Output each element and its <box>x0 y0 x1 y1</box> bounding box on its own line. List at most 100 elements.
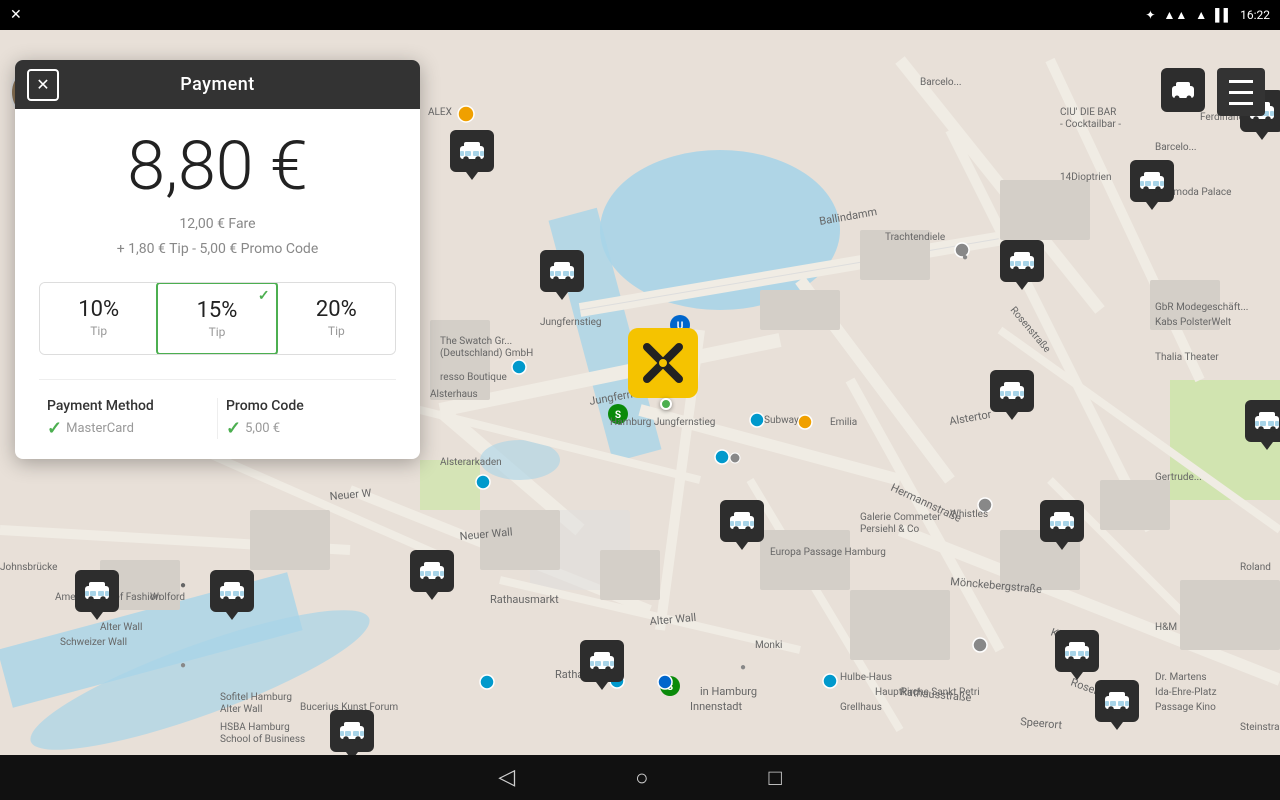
mytaxi-logo-marker <box>628 328 698 398</box>
svg-text:Whistles: Whistles <box>950 509 988 520</box>
fare-breakdown-2: + 1,80 € Tip - 5,00 € Promo Code <box>39 237 396 262</box>
svg-text:Thalia Theater: Thalia Theater <box>1155 352 1219 363</box>
svg-text:Hulbe-Haus: Hulbe-Haus <box>840 672 892 683</box>
svg-text:Hamburg Jungfernstieg: Hamburg Jungfernstieg <box>610 416 715 428</box>
tip-20-label: Tip <box>286 324 387 338</box>
svg-text:Ida-Ehre-Platz: Ida-Ehre-Platz <box>1155 687 1217 698</box>
tip-10-percent: 10% <box>48 297 149 322</box>
svg-text:Alter Wall: Alter Wall <box>100 622 142 633</box>
svg-text:Sofitel Hamburg: Sofitel Hamburg <box>220 691 292 703</box>
tip-buttons: 10% Tip ✓ 15% Tip 20% Tip <box>39 282 396 355</box>
promo-code-title: Promo Code <box>226 398 388 414</box>
tip-15-label: Tip <box>166 325 267 339</box>
hamburger-line <box>1229 80 1253 83</box>
svg-text:●: ● <box>180 580 186 591</box>
taxi-marker <box>540 250 584 300</box>
promo-code-value: 5,00 € <box>245 421 280 436</box>
tip-10-button[interactable]: 10% Tip <box>40 283 157 354</box>
tip-15-percent: 15% <box>166 298 267 323</box>
panel-title: Payment <box>180 74 255 95</box>
svg-text:Rathausmarkt: Rathausmarkt <box>490 593 559 606</box>
svg-text:(Deutschland) GmbH: (Deutschland) GmbH <box>440 347 533 359</box>
fare-breakdown-1: 12,00 € Fare <box>39 212 396 237</box>
svg-text:●: ● <box>180 660 186 671</box>
svg-text:Grellhaus: Grellhaus <box>840 702 882 713</box>
taxi-marker <box>1000 240 1044 290</box>
tip-10-label: Tip <box>48 324 149 338</box>
location-dot <box>660 398 672 410</box>
tip-20-button[interactable]: 20% Tip <box>277 283 395 354</box>
svg-text:Alsterarkaden: Alsterarkaden <box>440 457 502 468</box>
promo-code-section[interactable]: Promo Code ✓ 5,00 € <box>217 398 396 439</box>
svg-text:Alter Wall: Alter Wall <box>220 704 262 715</box>
taxi-marker <box>210 570 254 620</box>
battery-icon: ▌▌ <box>1215 8 1232 22</box>
payment-panel: ✕ Payment 8,80 € 12,00 € Fare + 1,80 € T… <box>15 60 420 459</box>
bluetooth-icon: ✦ <box>1145 8 1155 22</box>
hamburger-line <box>1229 91 1253 94</box>
svg-text:GbR Modegeschäft...: GbR Modegeschäft... <box>1155 301 1248 313</box>
svg-text:Europa Passage Hamburg: Europa Passage Hamburg <box>770 547 886 558</box>
svg-text:Dr. Martens: Dr. Martens <box>1155 672 1207 683</box>
taxi-marker <box>1130 160 1174 210</box>
map[interactable]: U S S Ballindamm Jungfernstieg Alstertor… <box>0 30 1280 800</box>
panel-body: 8,80 € 12,00 € Fare + 1,80 € Tip - 5,00 … <box>15 109 420 459</box>
svg-text:Trachtendiele: Trachtendiele <box>885 232 945 243</box>
payment-method-title: Payment Method <box>47 398 209 414</box>
svg-text:The Swatch Gr...: The Swatch Gr... <box>440 336 512 347</box>
svg-text:resso Boutique: resso Boutique <box>440 372 507 383</box>
svg-text:H&M: H&M <box>1155 622 1177 633</box>
taxi-marker <box>1095 680 1139 730</box>
recent-apps-button[interactable]: □ <box>768 765 781 791</box>
payment-method-section[interactable]: Payment Method ✓ MasterCard <box>39 398 217 439</box>
home-button[interactable]: ○ <box>635 765 648 791</box>
top-taxi-icon <box>1161 68 1205 112</box>
svg-text:in Hamburg: in Hamburg <box>700 685 757 698</box>
payment-method-value: MasterCard <box>66 421 134 436</box>
taxi-marker <box>990 370 1034 420</box>
taxi-marker <box>720 500 764 550</box>
time-display: 16:22 <box>1240 8 1270 22</box>
svg-text:CIU' DIE BAR: CIU' DIE BAR <box>1060 107 1116 118</box>
svg-text:Barcelo...: Barcelo... <box>1155 142 1197 153</box>
taxi-marker <box>1055 630 1099 680</box>
back-button[interactable]: ◁ <box>498 765 515 790</box>
svg-text:Emilia: Emilia <box>830 417 857 428</box>
svg-text:Johnsbrücke: Johnsbrücke <box>0 562 57 573</box>
signal-bars: ▲▲ <box>1163 8 1187 22</box>
svg-text:ALEX: ALEX <box>428 107 452 118</box>
taxi-marker <box>75 570 119 620</box>
tip-20-percent: 20% <box>286 297 387 322</box>
taxi-marker <box>330 710 374 760</box>
taxi-marker <box>410 550 454 600</box>
payment-check-icon: ✓ <box>47 418 62 439</box>
svg-text:●: ● <box>962 252 968 263</box>
taxi-marker <box>580 640 624 690</box>
hamburger-line <box>1229 102 1253 105</box>
svg-text:- Cocktailbar -: - Cocktailbar - <box>1060 119 1121 130</box>
svg-text:Alsterhaus: Alsterhaus <box>430 389 478 400</box>
navigation-bar: ◁ ○ □ <box>0 755 1280 800</box>
taxi-marker <box>450 130 494 180</box>
svg-text:Roland: Roland <box>1240 562 1271 573</box>
close-button[interactable]: ✕ <box>27 69 59 101</box>
status-bar: ✕ ✦ ▲▲ ▲ ▌▌ 16:22 <box>0 0 1280 30</box>
taxi-marker <box>1040 500 1084 550</box>
menu-button[interactable] <box>1217 68 1265 116</box>
app-icon: ✕ <box>10 7 22 23</box>
svg-text:14Dioptrien: 14Dioptrien <box>1060 172 1111 183</box>
svg-text:Schweizer Wall: Schweizer Wall <box>60 637 127 648</box>
fare-details: 12,00 € Fare + 1,80 € Tip - 5,00 € Promo… <box>39 212 396 262</box>
svg-text:Subway: Subway <box>764 415 799 426</box>
svg-text:Passage Kino: Passage Kino <box>1155 702 1216 713</box>
svg-text:Steinstraße...: Steinstraße... <box>1240 722 1280 733</box>
svg-text:Gertrude...: Gertrude... <box>1155 472 1202 483</box>
payment-promo-section: Payment Method ✓ MasterCard Promo Code ✓… <box>39 379 396 439</box>
svg-text:●: ● <box>740 662 746 673</box>
svg-text:Jungfernstieg: Jungfernstieg <box>540 316 602 328</box>
svg-text:Galerie Commeter: Galerie Commeter <box>860 512 941 523</box>
tip-15-button[interactable]: ✓ 15% Tip <box>156 282 277 355</box>
fare-amount: 8,80 € <box>39 129 396 204</box>
svg-text:School of Business: School of Business <box>220 733 305 745</box>
svg-text:Hauptkirche Sankt Petri: Hauptkirche Sankt Petri <box>875 687 980 698</box>
